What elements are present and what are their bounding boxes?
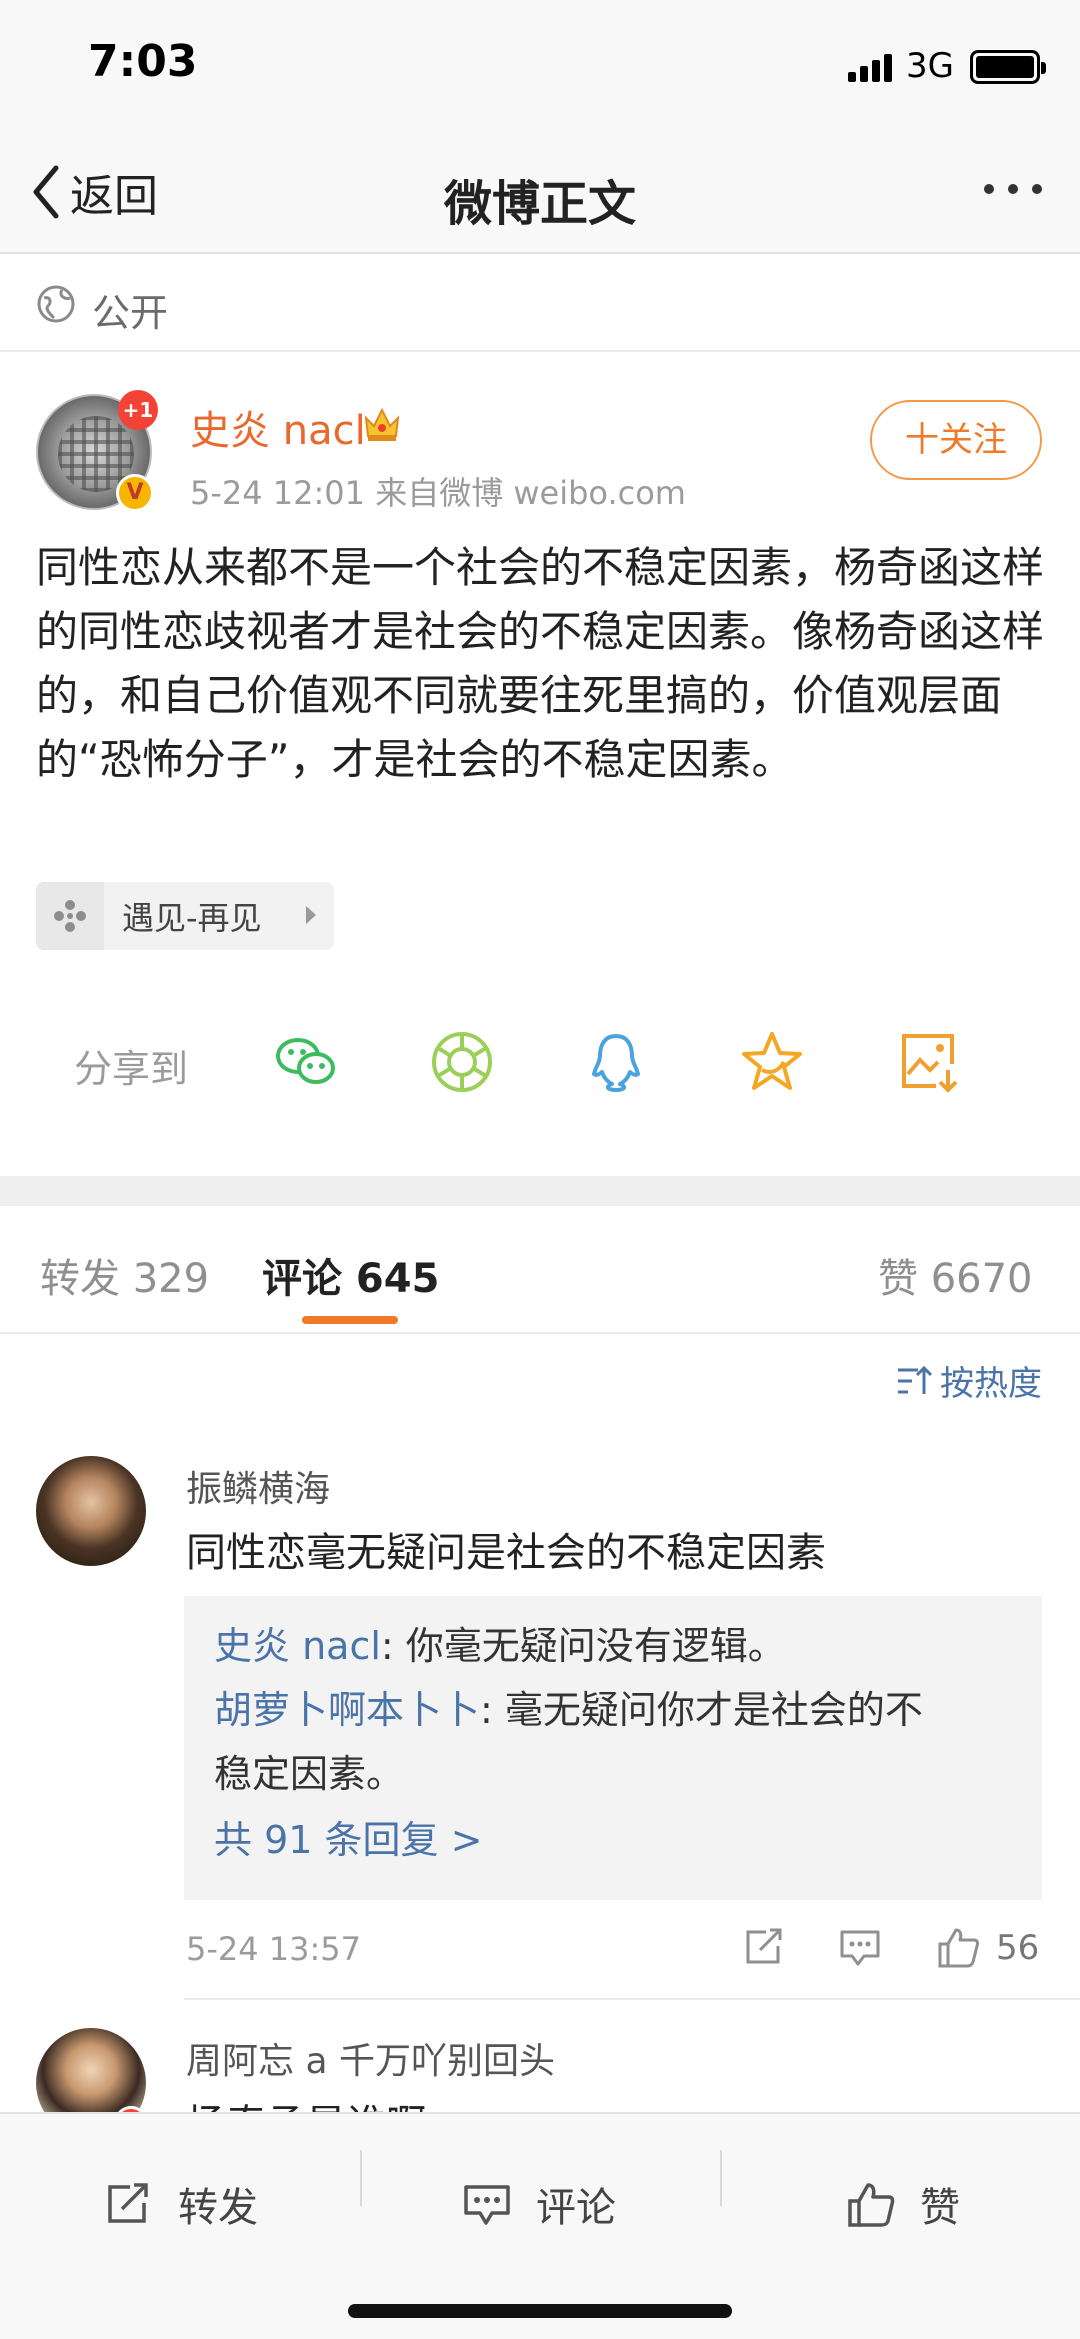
visibility-label: 公开 [92,291,169,335]
home-indicator[interactable] [348,2304,732,2318]
reply-item: 史炎 nacl: 你毫无疑问没有逻辑。 [214,1614,1012,1678]
thumbs-up-icon [848,2183,895,2227]
toolbar-separator [360,2150,362,2206]
commenter-avatar[interactable] [36,1456,146,1566]
reply-comment-icon[interactable] [838,1926,882,1968]
sort-button[interactable]: 按热度 [896,1356,1042,1405]
moments-icon[interactable] [428,1028,496,1096]
wechat-icon[interactable] [272,1028,340,1096]
thumbs-up-icon[interactable] [936,1926,980,1968]
status-time: 7:03 [88,36,198,87]
tab-likes[interactable]: 赞 6670 [878,1246,1033,1304]
comment-label: 评论 [536,2185,616,2231]
status-bar: 7:03 3G [0,0,1080,130]
favorite-star-icon[interactable] [738,1028,806,1096]
reply-author[interactable]: 史炎 nacl [214,1624,381,1668]
network-label: 3G [906,46,954,86]
toolbar-separator [720,2150,722,2206]
share-row: 分享到 [0,1022,1080,1102]
more-options-button[interactable] [984,174,1042,204]
active-tab-indicator [302,1316,398,1324]
nav-bar: 返回 微博正文 [0,130,1080,254]
reply-preview-box[interactable]: 史炎 nacl: 你毫无疑问没有逻辑。 胡萝卜啊本卜卜: 毫无疑问你才是社会的不… [184,1596,1042,1900]
like-button[interactable]: 赞 [846,2154,960,2254]
reply-text-continued: 稳定因素。 [214,1752,405,1796]
battery-icon [970,50,1046,84]
tab-reposts[interactable]: 转发 329 [40,1246,209,1304]
tab-comments[interactable]: 评论 645 [262,1246,439,1304]
commenter-name[interactable]: 振鳞横海 [186,1460,330,1512]
comment-divider [184,1998,1080,2000]
dot-icon [1032,184,1042,194]
topic-label: 遇见-再见 [122,899,262,937]
save-image-icon[interactable] [896,1028,964,1096]
globe-icon [37,285,75,323]
share-label: 分享到 [74,1047,189,1091]
reply-text: : 毫无疑问你才是社会的不 [480,1688,923,1732]
share-comment-icon[interactable] [742,1926,786,1968]
follow-button[interactable]: 十关注 [870,400,1042,480]
notification-badge: +1 [118,390,158,430]
page-title: 微博正文 [443,176,636,232]
comment-text: 同性恋毫无疑问是社会的不稳定因素 [186,1530,826,1576]
author-name[interactable]: 史炎 nacl [190,398,366,456]
reply-item: 胡萝卜啊本卜卜: 毫无疑问你才是社会的不 [214,1678,1012,1742]
reply-author[interactable]: 胡萝卜啊本卜卜 [214,1688,480,1732]
verified-badge: V [116,474,154,512]
like-label: 赞 [920,2185,960,2231]
sort-icon [898,1365,932,1394]
more-replies-link[interactable]: 共 91 条回复 > [214,1806,1012,1874]
pinwheel-icon [36,882,104,950]
section-divider [0,1176,1080,1206]
sort-label: 按热度 [940,1364,1042,1404]
post-meta: 5-24 12:01 来自微博 weibo.com [190,474,686,512]
comment-icon [464,2185,510,2225]
reply-text: : 你毫无疑问没有逻辑。 [380,1624,786,1668]
arrow-right-icon [306,906,316,924]
qq-icon[interactable] [582,1028,650,1096]
topic-chip[interactable]: 遇见-再见 [36,882,334,950]
signal-icon [848,52,894,82]
commenter-name[interactable]: 周阿忘 a 千万吖别回头 [186,2032,555,2084]
repost-button[interactable]: 转发 [104,2154,258,2254]
interaction-tabs: 转发 329 评论 645 赞 6670 [0,1206,1080,1334]
comment-time: 5-24 13:57 [186,1930,362,1968]
repost-icon [108,2183,148,2223]
like-count: 56 [996,1928,1040,1968]
post-body: 同性恋从来都不是一个社会的不稳定因素，杨奇函这样的同性恋歧视者才是社会的不稳定因… [36,543,1045,784]
repost-label: 转发 [178,2185,258,2231]
visibility-row: 公开 [0,256,1080,352]
comment-button[interactable]: 评论 [462,2154,616,2254]
bottom-toolbar: 转发 评论 赞 [0,2112,1080,2339]
dot-icon [1008,184,1018,194]
dot-icon [984,184,994,194]
crown-icon [364,407,400,441]
